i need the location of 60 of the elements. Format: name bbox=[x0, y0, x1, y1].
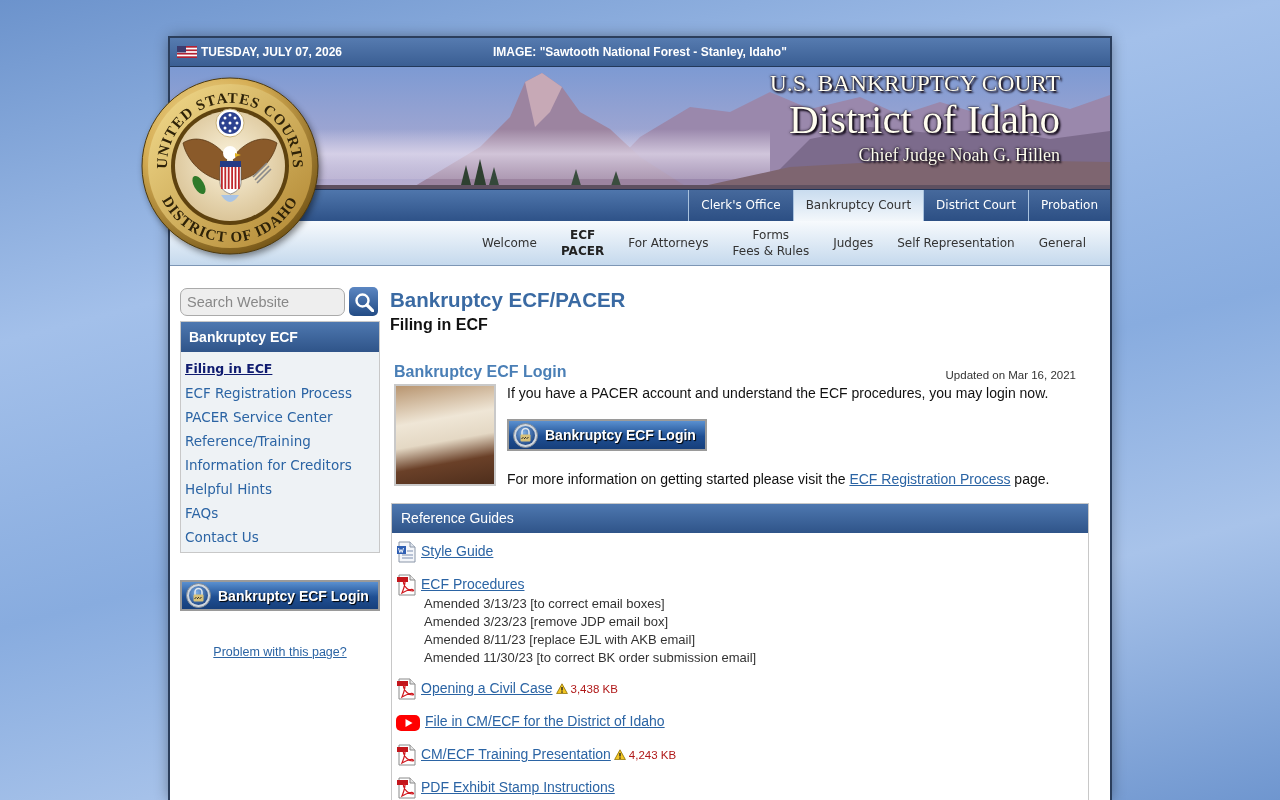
section-title: Bankruptcy ECF Login bbox=[394, 362, 567, 382]
nav-tab[interactable]: Bankruptcy Court bbox=[792, 190, 924, 221]
panel-header: Reference Guides bbox=[392, 504, 1088, 533]
sidebar-link[interactable]: Filing in ECF bbox=[185, 357, 273, 381]
sidebar-link[interactable]: PACER Service Center bbox=[185, 405, 333, 429]
lock-icon bbox=[186, 583, 211, 608]
amendment-note: Amended 3/13/23 [to correct email boxes] bbox=[424, 595, 666, 613]
sidebar-link[interactable]: ECF Registration Process bbox=[185, 381, 352, 405]
pdf-file-icon bbox=[396, 744, 416, 766]
intro-text: If you have a PACER account and understand the ECF procedures, you may login now. bbox=[507, 384, 1050, 402]
nav-tab[interactable]: Clerk's Office bbox=[688, 190, 793, 221]
page-subtitle: Filing in ECF bbox=[390, 315, 489, 335]
document-link[interactable]: CM/ECF Training Presentation bbox=[421, 744, 611, 765]
amendment-note: Amended 11/30/23 [to correct BK order submission email] bbox=[424, 649, 757, 667]
menu-link[interactable]: ECF PACER bbox=[560, 227, 605, 259]
us-flag-icon bbox=[177, 46, 197, 58]
pdf-file-icon bbox=[396, 678, 416, 700]
registration-link[interactable]: ECF Registration Process bbox=[849, 471, 1011, 487]
nav-tab[interactable]: District Court bbox=[923, 190, 1028, 221]
info-text: For more information on getting started please visit the ECF Registration Process page. bbox=[507, 470, 1050, 488]
menu-link[interactable]: Forms Fees & Rules bbox=[732, 227, 810, 259]
amendment-note: Amended 3/23/23 [remove JDP email box] bbox=[424, 613, 669, 631]
nav-tab[interactable]: Probation bbox=[1028, 190, 1110, 221]
document-link[interactable]: PDF Exhibit Stamp Instructions bbox=[421, 777, 615, 798]
problem-link[interactable]: Problem with this page? bbox=[213, 645, 347, 659]
search-field[interactable]: Search Website bbox=[180, 287, 345, 316]
search-button[interactable] bbox=[349, 287, 378, 316]
word-document-icon bbox=[396, 541, 416, 563]
document-link[interactable]: File in CM/ECF for the District of Idaho bbox=[425, 711, 665, 732]
file-size-text: 3,438 KB bbox=[570, 682, 618, 695]
updated-date: Updated on Mar 16, 2021 bbox=[945, 368, 1076, 383]
menu-link[interactable]: General bbox=[1038, 235, 1086, 251]
panel-header: Bankruptcy ECF bbox=[181, 322, 379, 352]
search-icon bbox=[353, 291, 374, 312]
amendment-note: Amended 8/11/23 [replace EJL with AKB email] bbox=[424, 631, 696, 649]
warning-icon bbox=[613, 749, 626, 760]
lock-icon bbox=[513, 422, 538, 448]
menu-link[interactable]: Judges bbox=[833, 235, 874, 251]
login-button[interactable]: Bankruptcy ECF Login bbox=[507, 419, 707, 451]
pdf-file-icon bbox=[396, 574, 416, 596]
document-link[interactable]: Style Guide bbox=[421, 541, 494, 562]
warning-icon bbox=[555, 683, 568, 694]
chief-judge-text: Chief Judge Noah G. Hillen bbox=[858, 145, 1060, 164]
page-title: Bankruptcy ECF/PACER bbox=[390, 287, 627, 313]
district-title: District of Idaho bbox=[789, 98, 1060, 140]
sidebar-link[interactable]: Information for Creditors bbox=[185, 453, 352, 477]
sidebar-link[interactable]: Helpful Hints bbox=[185, 477, 272, 501]
login-button[interactable]: Bankruptcy ECF Login bbox=[180, 580, 380, 611]
image-caption: IMAGE: "Sawtooth National Forest - Stanley, Idaho" bbox=[493, 45, 787, 59]
sidebar-link[interactable]: FAQs bbox=[185, 501, 219, 525]
date-text: TUESDAY, JULY 07, 2026 bbox=[201, 45, 342, 59]
sidebar-link[interactable]: Contact Us bbox=[185, 525, 259, 549]
menu-link[interactable]: Self Representation bbox=[897, 235, 1015, 251]
sidebar-link[interactable]: Reference/Training bbox=[185, 429, 311, 453]
document-link[interactable]: ECF Procedures bbox=[421, 574, 525, 595]
file-size-text: 4,243 KB bbox=[628, 748, 677, 761]
menu-link[interactable]: Welcome bbox=[482, 235, 537, 251]
menu-link[interactable]: For Attorneys bbox=[628, 235, 709, 251]
document-link[interactable]: Opening a Civil Case bbox=[421, 678, 553, 699]
court-name-text: U.S. BANKRUPTCY COURT bbox=[769, 72, 1060, 96]
